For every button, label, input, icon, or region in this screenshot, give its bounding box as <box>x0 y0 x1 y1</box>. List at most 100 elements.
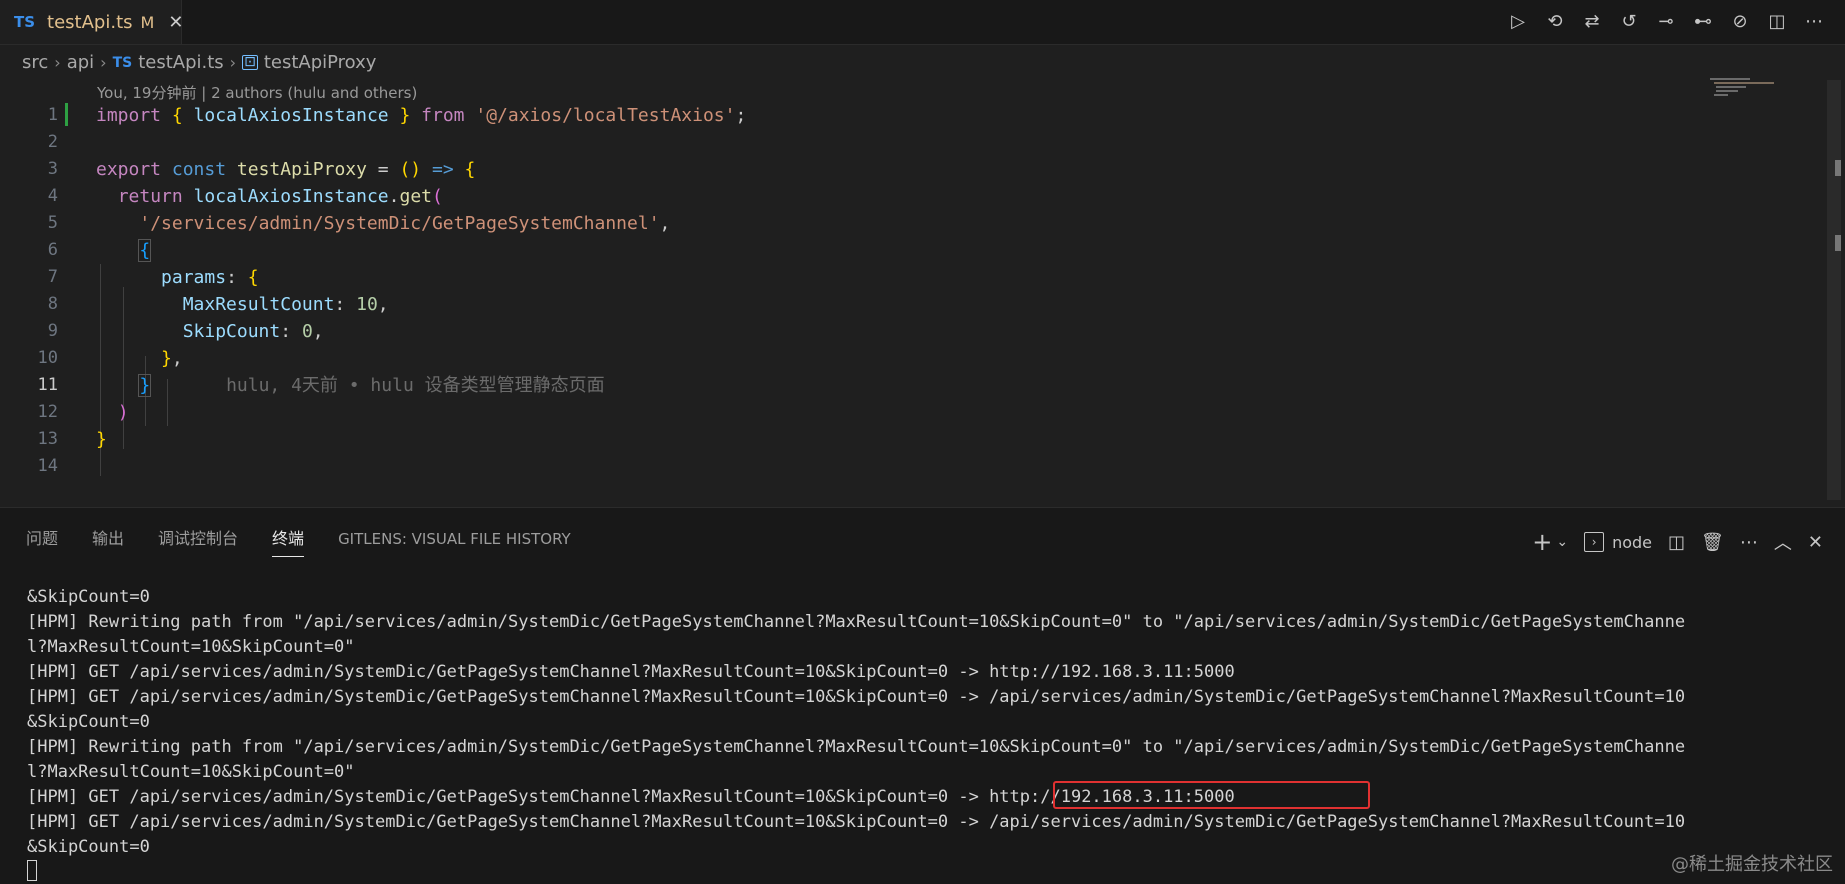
editor-toolbar: ▷ ⟲ ⇄ ↺ ⊸ ⊷ ⊘ ◫ ⋯ <box>1507 10 1825 32</box>
more-actions-icon[interactable]: ⋯ <box>1740 532 1758 553</box>
terminal-line: [HPM] GET /api/services/admin/SystemDic/… <box>27 812 1686 832</box>
line-number: 14 <box>37 456 58 476</box>
method-name: get <box>399 186 432 207</box>
code-line: 7 params: { <box>0 264 1710 291</box>
line-number: 11 <box>37 375 58 395</box>
code-line: 4 return localAxiosInstance.get( <box>0 183 1710 210</box>
tab-terminal[interactable]: 终端 <box>272 522 305 557</box>
terminal-line: [HPM] GET /api/services/admin/SystemDic/… <box>27 787 1235 807</box>
tab-gitlens-history[interactable]: GITLENS: VISUAL FILE HISTORY <box>338 522 571 556</box>
identifier: localAxiosInstance <box>193 105 389 126</box>
terminal-line: &SkipCount=0 <box>27 837 150 857</box>
chevron-right-icon: › <box>229 53 237 72</box>
gitlens-icon[interactable]: ⊘ <box>1729 10 1751 32</box>
keyword: from <box>421 105 465 126</box>
terminal-name[interactable]: node <box>1612 533 1652 552</box>
line-number: 1 <box>47 105 58 125</box>
line-number: 2 <box>47 132 58 152</box>
code-line: 10 }, <box>0 345 1710 372</box>
keyword: return <box>117 186 183 207</box>
terminal-line: &SkipCount=0 <box>27 712 150 732</box>
git-codelens[interactable]: You, 19分钟前 | 2 authors (hulu and others) <box>97 82 417 103</box>
close-panel-icon[interactable]: ✕ <box>1808 532 1823 553</box>
keyword: const <box>171 159 227 180</box>
previous-change-icon[interactable]: ⊸ <box>1655 10 1677 32</box>
breadcrumb: src › api › TS testApi.ts › ⊡ testApiPro… <box>22 52 376 73</box>
breadcrumb-src[interactable]: src <box>22 52 48 73</box>
number-literal: 0 <box>301 321 313 342</box>
line-number: 4 <box>47 186 58 206</box>
code-editor[interactable]: 1 import { localAxiosInstance } from '@/… <box>0 102 1710 482</box>
code-line: 14 <box>0 453 1710 480</box>
watermark: @稀土掘金技术社区 <box>1671 854 1833 875</box>
breadcrumb-file[interactable]: testApi.ts <box>138 52 223 73</box>
line-number: 5 <box>47 213 58 233</box>
editor-scrollbar[interactable] <box>1827 80 1841 500</box>
line-number: 3 <box>47 159 58 179</box>
terminal-line: [HPM] GET /api/services/admin/SystemDic/… <box>27 687 1686 707</box>
bottom-panel: 问题 输出 调试控制台 终端 GITLENS: VISUAL FILE HIST… <box>0 507 1845 884</box>
breadcrumb-symbol[interactable]: testApiProxy <box>264 52 377 73</box>
chevron-down-icon[interactable]: ⌄ <box>1556 534 1568 550</box>
code-line: 3 export const testApiProxy = () => { <box>0 156 1710 183</box>
tab-problems[interactable]: 问题 <box>26 522 58 556</box>
property-key: SkipCount <box>182 321 281 342</box>
symbol-variable-icon: ⊡ <box>242 54 258 70</box>
more-actions-icon[interactable]: ⋯ <box>1803 10 1825 32</box>
code-line: 6 { <box>0 237 1710 264</box>
function-name: testApiProxy <box>236 159 367 180</box>
line-number: 7 <box>47 267 58 287</box>
tab-testapi[interactable]: TS testApi.ts M ✕ <box>0 0 183 44</box>
terminal-line: l?MaxResultCount=10&SkipCount=0" <box>27 762 355 782</box>
string-literal: '/services/admin/SystemDic/GetPageSystem… <box>139 213 660 234</box>
breadcrumb-api[interactable]: api <box>67 52 94 73</box>
line-number: 12 <box>37 402 58 422</box>
line-number: 6 <box>47 240 58 260</box>
modified-badge: M <box>140 12 155 32</box>
open-changes-icon[interactable]: ↺ <box>1618 10 1640 32</box>
history-icon[interactable]: ⟲ <box>1544 10 1566 32</box>
line-number: 13 <box>37 429 58 449</box>
tab-output[interactable]: 输出 <box>92 522 124 556</box>
tab-filename: testApi.ts <box>47 11 133 33</box>
number-literal: 10 <box>356 294 378 315</box>
code-line: 9 SkipCount: 0, <box>0 318 1710 345</box>
code-line: 5 '/services/admin/SystemDic/GetPageSyst… <box>0 210 1710 237</box>
run-icon[interactable]: ▷ <box>1507 10 1529 32</box>
git-blame-annotation[interactable]: hulu, 4天前 • hulu 设备类型管理静态页面 <box>226 375 605 396</box>
terminal-line: [HPM] GET /api/services/admin/SystemDic/… <box>27 662 1235 682</box>
compare-changes-icon[interactable]: ⇄ <box>1581 10 1603 32</box>
property-key: params <box>161 267 227 288</box>
line-number: 8 <box>47 294 58 314</box>
split-editor-icon[interactable]: ◫ <box>1766 10 1788 32</box>
maximize-panel-icon[interactable]: ︿ <box>1774 529 1792 555</box>
terminal-line: &SkipCount=0 <box>27 587 150 607</box>
identifier: localAxiosInstance <box>193 186 389 207</box>
tab-debug-console[interactable]: 调试控制台 <box>158 522 238 556</box>
typescript-file-icon: TS <box>112 54 133 71</box>
terminal-icon: › <box>1584 532 1605 552</box>
code-line: 12 ) <box>0 399 1710 426</box>
new-terminal-icon[interactable]: + <box>1532 528 1552 556</box>
string-literal: '@/axios/localTestAxios' <box>475 105 736 126</box>
trash-icon[interactable]: 🗑 <box>1701 532 1724 553</box>
git-change-indicator <box>65 103 68 126</box>
next-change-icon[interactable]: ⊷ <box>1692 10 1714 32</box>
editor-tab-bar: TS testApi.ts M ✕ ▷ ⟲ ⇄ ↺ ⊸ ⊷ ⊘ ◫ ⋯ <box>0 0 1845 45</box>
terminal-cursor <box>27 860 37 881</box>
line-number: 9 <box>47 321 58 341</box>
property-key: MaxResultCount <box>182 294 335 315</box>
line-number: 10 <box>37 348 58 368</box>
chevron-right-icon: › <box>54 53 61 72</box>
highlight-annotation <box>1053 781 1370 809</box>
code-line-active: 11 } hulu, 4天前 • hulu 设备类型管理静态页面 <box>0 372 1710 399</box>
terminal-line: [HPM] Rewriting path from "/api/services… <box>27 737 1686 757</box>
chevron-right-icon: › <box>100 53 107 72</box>
terminal-output[interactable]: &SkipCount=0 [HPM] Rewriting path from "/… <box>27 585 1685 860</box>
close-icon[interactable]: ✕ <box>168 12 183 33</box>
typescript-file-icon: TS <box>14 13 36 31</box>
panel-tabs: 问题 输出 调试控制台 终端 GITLENS: VISUAL FILE HIST… <box>26 522 605 557</box>
split-terminal-icon[interactable]: ◫ <box>1668 532 1685 553</box>
minimap[interactable] <box>1708 76 1813 106</box>
code-line: 8 MaxResultCount: 10, <box>0 291 1710 318</box>
